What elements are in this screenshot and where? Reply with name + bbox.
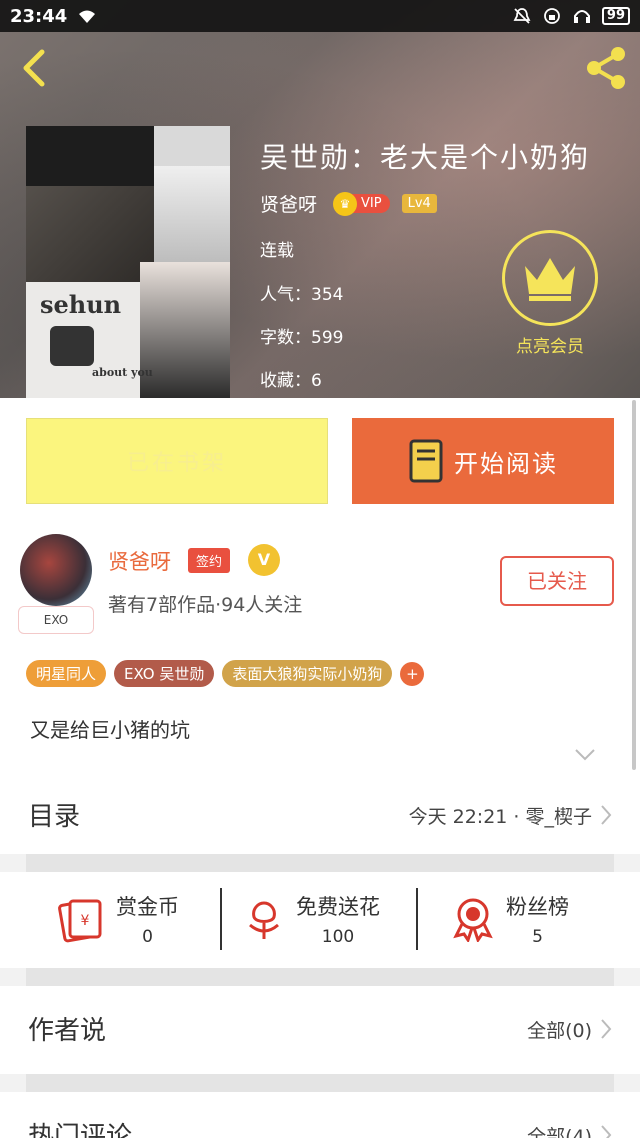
toc-label: 目录	[28, 802, 81, 832]
avatar[interactable]	[20, 534, 92, 606]
chevron-down-icon[interactable]	[574, 748, 596, 762]
book-icon	[409, 439, 443, 483]
chevron-right-icon	[601, 1019, 612, 1039]
status-bar: 23:44 99	[0, 0, 640, 32]
action-buttons: 已在书架 开始阅读	[0, 398, 640, 520]
start-reading-button[interactable]: 开始阅读	[352, 418, 614, 504]
table-of-contents-row[interactable]: 目录 今天 22:21 · 零_楔子	[0, 774, 640, 854]
headphones-icon	[573, 10, 590, 23]
verified-badge-icon: V	[248, 544, 280, 576]
medal-icon	[453, 898, 493, 942]
tag-item[interactable]: 明星同人	[26, 660, 107, 687]
book-title: 吴世勋：老大是个小奶狗	[260, 141, 591, 174]
wifi-icon	[79, 10, 96, 23]
signed-badge: 签约	[188, 548, 231, 573]
member-label: 点亮会员	[516, 337, 584, 357]
author-says-row[interactable]: 作者说 全部(0)	[0, 986, 640, 1074]
on-shelf-button[interactable]: 已在书架	[26, 418, 328, 504]
battery-indicator: 99	[601, 7, 630, 25]
reward-coins-button[interactable]: ¥ 赏金币 0	[56, 886, 179, 952]
toc-latest-chapter: 今天 22:21 · 零_楔子	[408, 806, 592, 828]
book-header: 23:44 99 sehun about you 吴世勋：老大是个小奶狗 贤爸呀…	[0, 0, 640, 398]
reward-coins-label: 赏金币	[116, 895, 179, 919]
author-says-count: 全部(0)	[527, 1020, 592, 1042]
section-gap	[26, 1074, 614, 1092]
chevron-right-icon	[601, 1125, 612, 1138]
reward-coins-count: 0	[142, 927, 153, 947]
cover-subtext: about you	[92, 366, 153, 379]
chevron-right-icon	[601, 805, 612, 825]
flower-icon	[249, 901, 279, 939]
fan-ranking-count: 5	[532, 927, 543, 947]
cover-text: sehun	[40, 290, 122, 319]
author-card[interactable]: EXO 贤爸呀 签约 V 著有7部作品·94人关注 已关注	[0, 520, 640, 640]
support-actions: ¥ 赏金币 0 免费送花 100 粉丝榜 5	[0, 872, 640, 968]
send-flower-count: 100	[321, 927, 355, 947]
synopsis-text: 又是给巨小猪的坑	[30, 718, 190, 742]
book-popularity: 人气：354	[260, 285, 344, 305]
tag-item[interactable]: 表面大狼狗实际小奶狗	[222, 660, 393, 687]
hot-comments-count: 全部(4)	[527, 1126, 592, 1138]
red-envelope-icon: ¥	[58, 899, 102, 943]
author-card-name[interactable]: 贤爸呀	[108, 546, 171, 576]
book-word-count: 字数：599	[260, 328, 344, 348]
tag-list: 明星同人 EXO 吴世勋 表面大狼狗实际小奶狗 +	[26, 660, 425, 687]
fan-ranking-button[interactable]: 粉丝榜 5	[452, 886, 569, 952]
scrollbar[interactable]	[632, 400, 636, 770]
tag-item[interactable]: EXO 吴世勋	[114, 660, 215, 687]
section-gap	[26, 854, 614, 872]
status-time: 23:44	[10, 5, 68, 27]
section-gap	[26, 968, 614, 986]
author-works-desc: 著有7部作品·94人关注	[108, 594, 303, 616]
avatar-tag: EXO	[18, 606, 94, 634]
divider	[416, 888, 418, 950]
member-button[interactable]: 点亮会员	[500, 230, 600, 357]
book-favorites: 收藏：6	[260, 371, 322, 391]
crown-icon: ♛	[333, 191, 358, 216]
author-row[interactable]: 贤爸呀 ♛ VIP Lv4	[260, 190, 437, 217]
svg-text:¥: ¥	[81, 913, 90, 929]
follow-button[interactable]: 已关注	[500, 556, 614, 606]
author-name[interactable]: 贤爸呀	[260, 190, 317, 217]
author-says-label: 作者说	[28, 1016, 107, 1046]
share-icon[interactable]	[582, 46, 630, 90]
hot-comments-label: 热门评论	[28, 1122, 133, 1138]
add-tag-button[interactable]: +	[400, 662, 425, 686]
divider	[220, 888, 222, 950]
crown-icon	[525, 258, 575, 301]
book-status: 连载	[260, 241, 294, 261]
book-cover[interactable]: sehun about you	[26, 126, 230, 398]
lock-rotation-icon	[544, 8, 560, 24]
back-arrow-icon[interactable]	[18, 48, 52, 88]
send-flower-button[interactable]: 免费送花 100	[244, 886, 380, 952]
start-reading-label: 开始阅读	[454, 449, 558, 478]
hot-comments-row[interactable]: 热门评论 全部(4)	[0, 1092, 640, 1138]
send-flower-label: 免费送花	[296, 895, 380, 919]
vip-badge: ♛ VIP	[333, 191, 390, 216]
tags-section: 明星同人 EXO 吴世勋 表面大狼狗实际小奶狗 + 又是给巨小猪的坑	[0, 640, 640, 774]
mute-bell-icon	[513, 8, 531, 24]
fan-ranking-label: 粉丝榜	[506, 895, 569, 919]
level-badge: Lv4	[401, 194, 437, 213]
